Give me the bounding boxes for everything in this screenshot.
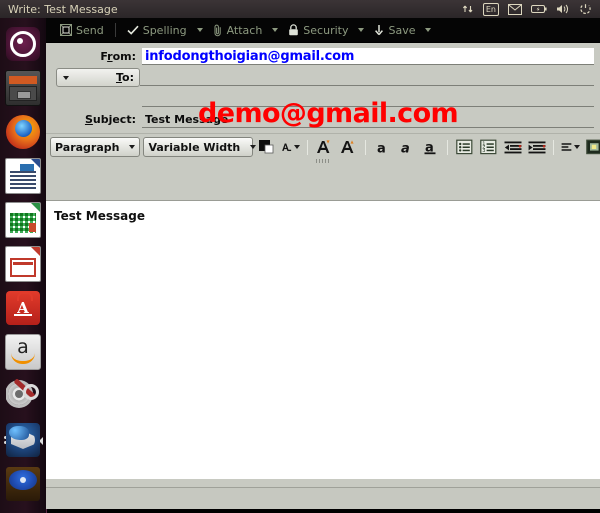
window-title: Write: Test Message — [8, 2, 118, 16]
underline-button[interactable]: a — [420, 137, 441, 157]
from-row: From: infodongthoigian@gmail.com — [46, 47, 600, 66]
save-button[interactable]: Save — [368, 19, 421, 41]
system-settings-icon — [6, 379, 40, 413]
unity-top-panel: Write: Test Message En — [0, 0, 600, 18]
network-icon[interactable] — [462, 2, 474, 16]
media-disc-icon — [6, 467, 40, 501]
svg-text:a: a — [377, 141, 386, 155]
amazon-icon: a — [5, 334, 41, 370]
launcher-thunderbird[interactable] — [3, 418, 43, 462]
launcher-files[interactable] — [3, 66, 43, 110]
highlight-color-button[interactable] — [280, 137, 301, 157]
ubuntu-logo-icon — [6, 27, 40, 61]
to-label: To: — [115, 71, 134, 84]
volume-icon[interactable] — [556, 2, 570, 16]
font-family-select[interactable]: Variable Width — [143, 137, 257, 157]
to-value-overlay: demo@gmail.com — [198, 98, 459, 129]
insert-button[interactable] — [584, 137, 600, 157]
launcher-libreoffice-writer[interactable] — [3, 154, 43, 198]
launcher-amazon[interactable]: a — [3, 330, 43, 374]
format-separator-0 — [307, 139, 309, 155]
paperclip-icon — [213, 24, 223, 37]
session-power-icon[interactable] — [579, 2, 592, 16]
launcher-firefox[interactable] — [3, 110, 43, 154]
subject-label: Subject: — [84, 113, 136, 126]
bold-button[interactable]: a — [372, 137, 393, 157]
increase-indent-button[interactable] — [526, 137, 547, 157]
message-body-editor[interactable]: Test Message — [46, 200, 600, 479]
keyboard-layout-indicator[interactable]: En — [482, 2, 499, 16]
security-dropdown-arrow[interactable] — [354, 19, 368, 41]
firefox-icon — [6, 115, 40, 149]
font-family-value: Variable Width — [148, 140, 241, 154]
decrease-indent-button[interactable] — [502, 137, 523, 157]
calc-icon — [5, 202, 41, 238]
send-icon — [60, 24, 72, 36]
chevron-down-icon — [63, 75, 69, 80]
panel-indicator-area: En — [462, 2, 600, 16]
software-center-icon: A — [6, 291, 40, 325]
chevron-down-icon — [129, 145, 136, 149]
toolbar-separator-1 — [114, 23, 116, 37]
numbered-list-button[interactable]: 1 2 3 — [478, 137, 499, 157]
decrease-font-size-button[interactable] — [338, 137, 359, 157]
from-label: From: — [100, 50, 136, 63]
launcher-software-center[interactable]: A — [3, 286, 43, 330]
from-value: infodongthoigian@gmail.com — [145, 48, 355, 64]
text-color-swatch[interactable] — [256, 137, 277, 157]
security-label: Security — [303, 23, 349, 37]
save-arrow-icon — [374, 24, 384, 36]
battery-icon[interactable] — [531, 2, 547, 16]
compose-toolbar: Send Spelling Attach Security Save — [46, 18, 600, 43]
recipient-type-dropdown[interactable]: To: — [56, 68, 140, 87]
italic-button[interactable]: a — [396, 137, 417, 157]
to-row: To: — [46, 68, 600, 87]
compose-window: Send Spelling Attach Security Save From:… — [46, 18, 600, 509]
save-dropdown-arrow[interactable] — [421, 19, 435, 41]
writer-icon — [5, 158, 41, 194]
increase-font-size-button[interactable] — [314, 137, 335, 157]
launcher-libreoffice-calc[interactable] — [3, 198, 43, 242]
launcher-ubuntu-dash[interactable] — [3, 22, 43, 66]
thunderbird-icon — [6, 423, 40, 457]
attach-dropdown-arrow[interactable] — [268, 19, 282, 41]
chevron-down-icon — [294, 145, 301, 149]
format-separator-3 — [553, 139, 555, 155]
address-header-area: From: infodongthoigian@gmail.com To: Sub… — [46, 43, 600, 133]
message-body-text: Test Message — [54, 209, 145, 223]
impress-icon — [5, 246, 41, 282]
from-field[interactable]: infodongthoigian@gmail.com — [142, 48, 594, 65]
files-icon — [5, 70, 41, 106]
chevron-down-icon — [574, 145, 581, 149]
to-field[interactable] — [140, 69, 594, 86]
toolbar-grip[interactable] — [316, 159, 330, 163]
send-label: Send — [76, 23, 104, 37]
send-button[interactable]: Send — [54, 19, 110, 41]
chevron-down-icon — [250, 145, 257, 149]
paragraph-style-select[interactable]: Paragraph — [50, 137, 141, 157]
check-icon — [127, 24, 139, 36]
save-label: Save — [388, 23, 416, 37]
paragraph-style-value: Paragraph — [55, 140, 120, 154]
launcher-media[interactable] — [3, 462, 43, 506]
format-toolbar: Paragraph Variable Width a a a 1 2 3 — [46, 133, 600, 163]
unity-launcher: A a — [0, 18, 47, 513]
spelling-button[interactable]: Spelling — [121, 19, 193, 41]
bulleted-list-button[interactable] — [454, 137, 475, 157]
format-separator-2 — [447, 139, 449, 155]
messaging-icon[interactable] — [508, 2, 522, 16]
launcher-system-settings[interactable] — [3, 374, 43, 418]
svg-text:a: a — [401, 141, 410, 155]
attach-label: Attach — [226, 23, 263, 37]
status-bar — [46, 487, 600, 509]
spelling-label: Spelling — [142, 23, 187, 37]
svg-text:3: 3 — [483, 148, 486, 154]
spelling-dropdown-arrow[interactable] — [193, 19, 207, 41]
security-button[interactable]: Security — [282, 19, 354, 41]
format-separator-1 — [365, 139, 367, 155]
align-button[interactable] — [560, 137, 581, 157]
lock-icon — [288, 24, 299, 36]
launcher-libreoffice-impress[interactable] — [3, 242, 43, 286]
attach-button[interactable]: Attach — [207, 19, 269, 41]
